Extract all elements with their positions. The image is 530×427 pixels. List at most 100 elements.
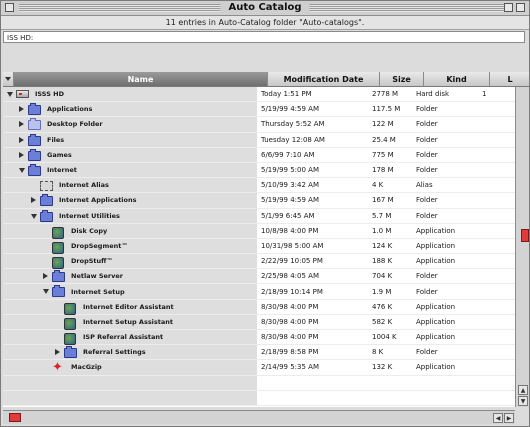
item-size: 124 K: [372, 241, 393, 250]
list-row[interactable]: Internet 5/19/99 5:00 AM 178 M Folder: [3, 162, 515, 179]
header-size[interactable]: Size: [380, 72, 424, 87]
item-size: 8 K: [372, 348, 384, 357]
folder-icon: [28, 148, 41, 161]
item-label: 1: [482, 90, 487, 99]
name-cell: MacGzip: [3, 360, 257, 375]
modification-date: 2/25/98 4:05 AM: [261, 272, 319, 281]
window-title: Auto Catalog: [220, 1, 310, 15]
list-row[interactable]: [3, 375, 515, 391]
item-size: 167 M: [372, 196, 394, 205]
list-row[interactable]: Desktop Folder Thursday 5:52 AM 122 M Folde…: [3, 117, 515, 133]
disclosure-closed-icon[interactable]: [31, 197, 36, 204]
list-row[interactable]: Internet Setup Assistant 8/30/98 4:00 PM 5…: [3, 314, 515, 330]
item-size: 117.5 M: [372, 105, 401, 114]
close-box[interactable]: [5, 3, 14, 12]
name-cell: [3, 375, 257, 390]
list-row[interactable]: [3, 390, 515, 406]
list-row[interactable]: Disk Copy 10/8/98 4:00 PM 1.0 M Application: [3, 223, 515, 239]
folder-icon: [28, 118, 41, 131]
list-row[interactable]: Internet Utilities 5/1/99 6:45 AM 5.7 M Fol…: [3, 208, 515, 224]
vertical-scroll-thumb[interactable]: [521, 229, 529, 242]
application-icon: [52, 257, 64, 270]
disclosure-open-icon[interactable]: [43, 289, 49, 295]
header-modification-date[interactable]: Modification Date: [268, 72, 380, 87]
horizontal-scrollbar[interactable]: ◀ ▶: [3, 410, 515, 424]
name-cell: Netlaw Server: [3, 269, 257, 284]
item-size: 1.9 M: [372, 287, 392, 296]
list-row[interactable]: Netlaw Server 2/25/98 4:05 AM 704 K Folder: [3, 269, 515, 285]
item-size: 775 M: [372, 150, 394, 159]
list-row[interactable]: Files Tuesday 12:08 AM 25.4 M Folder: [3, 132, 515, 148]
hard-disk-icon: [16, 90, 29, 98]
item-size: 5.7 M: [372, 211, 392, 220]
disclosure-closed-icon[interactable]: [19, 136, 24, 143]
collapse-box[interactable]: [516, 3, 525, 12]
modification-date: 8/30/98 4:00 PM: [261, 333, 319, 342]
item-name: DropSegment™: [71, 241, 128, 250]
folder-icon: [52, 285, 65, 298]
list-row[interactable]: ISP Referral Assistant 8/30/98 4:00 PM 100…: [3, 330, 515, 346]
sort-direction-button[interactable]: [3, 72, 14, 87]
disclosure-closed-icon[interactable]: [19, 106, 24, 113]
name-cell: Internet: [3, 162, 257, 178]
item-size: 4 K: [372, 181, 384, 190]
zoom-box[interactable]: [504, 3, 513, 12]
item-name: Internet Applications: [59, 196, 137, 205]
item-kind: Alias: [416, 181, 433, 190]
item-kind: Folder: [416, 105, 438, 114]
item-name: Internet Setup: [71, 287, 125, 296]
application-icon: [64, 302, 76, 315]
item-kind: Folder: [416, 287, 438, 296]
info-bar: 11 entries in Auto-Catalog folder "Auto-…: [1, 16, 529, 30]
item-name: Referral Settings: [83, 348, 146, 357]
folder-icon: [28, 103, 41, 116]
horizontal-scroll-thumb[interactable]: [9, 413, 21, 422]
item-name: Desktop Folder: [47, 120, 103, 129]
modification-date: 8/30/98 4:00 PM: [261, 302, 319, 311]
item-kind: Folder: [416, 135, 438, 144]
item-name: Internet: [47, 166, 77, 175]
disclosure-closed-icon[interactable]: [19, 151, 24, 158]
list-row[interactable]: Games 6/6/99 7:10 AM 775 M Folder: [3, 147, 515, 163]
modification-date: 2/22/99 10:05 PM: [261, 257, 323, 266]
disclosure-open-icon[interactable]: [19, 167, 25, 173]
modification-date: Tuesday 12:08 AM: [261, 135, 325, 144]
item-size: 178 M: [372, 166, 394, 175]
modification-date: 5/19/99 4:59 AM: [261, 105, 319, 114]
name-cell: DropStuff™: [3, 254, 257, 270]
disclosure-open-icon[interactable]: [31, 213, 37, 219]
scroll-down-arrow[interactable]: ▼: [518, 396, 528, 406]
header-name[interactable]: Name: [14, 72, 268, 87]
list-row[interactable]: MacGzip 2/14/99 5:35 AM 132 K Application: [3, 360, 515, 376]
scroll-right-arrow[interactable]: ▶: [504, 413, 514, 423]
alias-icon: [40, 181, 53, 192]
item-size: 188 K: [372, 257, 393, 266]
list-row[interactable]: Applications 5/19/99 4:59 AM 117.5 M Folder: [3, 102, 515, 118]
disclosure-open-icon[interactable]: [7, 92, 13, 97]
name-cell: Internet Utilities: [3, 208, 257, 223]
disclosure-closed-icon[interactable]: [55, 349, 60, 356]
modification-date: 2/18/99 10:14 PM: [261, 287, 323, 296]
scroll-up-arrow[interactable]: ▲: [518, 385, 528, 395]
list-row[interactable]: Internet Setup 2/18/99 10:14 PM 1.9 M Folde…: [3, 284, 515, 300]
list-row[interactable]: Internet Editor Assistant 8/30/98 4:00 PM…: [3, 299, 515, 315]
path-field[interactable]: ISS HD:: [3, 31, 525, 43]
disclosure-closed-icon[interactable]: [19, 121, 24, 128]
folder-icon: [40, 209, 53, 222]
item-kind: Folder: [416, 211, 438, 220]
header-label[interactable]: L: [490, 72, 529, 87]
header-kind[interactable]: Kind: [424, 72, 490, 87]
list-row[interactable]: Internet Alias 5/10/99 3:42 AM 4 K Alias: [3, 178, 515, 194]
list-row[interactable]: DropStuff™ 2/22/99 10:05 PM 188 K Applicati…: [3, 254, 515, 270]
item-name: Disk Copy: [71, 226, 108, 235]
scroll-left-arrow[interactable]: ◀: [493, 413, 503, 423]
list-row[interactable]: Internet Applications 5/19/99 4:59 AM 167 …: [3, 193, 515, 209]
list-row[interactable]: Referral Settings 2/18/99 8:58 PM 8 K Folde…: [3, 345, 515, 361]
title-bar[interactable]: Auto Catalog: [1, 1, 529, 16]
list-row[interactable]: ISSS HD Today 1:51 PM 2778 M Hard disk 1: [3, 87, 515, 103]
list-row[interactable]: DropSegment™ 10/31/98 5:00 AM 124 K Applica…: [3, 238, 515, 255]
disclosure-closed-icon[interactable]: [43, 273, 48, 280]
modification-date: 2/18/99 8:58 PM: [261, 348, 319, 357]
vertical-scrollbar[interactable]: ▲ ▼: [515, 87, 529, 407]
item-name: Games: [47, 150, 72, 159]
